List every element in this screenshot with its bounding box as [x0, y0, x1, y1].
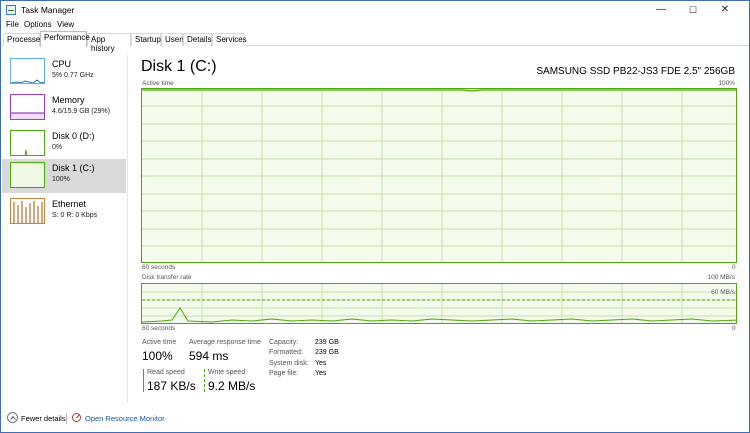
page-title: Disk 1 (C:) — [141, 58, 217, 75]
sidebar-item-ethernet[interactable]: Ethernet S: 0 R: 0 Kbps — [2, 195, 126, 231]
sidebar-item-cpu[interactable]: CPU 5% 0.77 GHz — [2, 55, 126, 91]
tab-processes[interactable]: Processes — [3, 33, 44, 46]
close-button[interactable]: ✕ — [709, 1, 741, 19]
menu-file[interactable]: File — [6, 20, 19, 29]
sidebar-disk0-label: Disk 0 (D:) — [52, 131, 95, 141]
memory-thumbnail-graph — [10, 94, 45, 120]
active-time-graph — [141, 88, 737, 263]
active-time-grid — [142, 89, 736, 262]
fewer-details-link[interactable]: Fewer details — [21, 414, 66, 423]
disk1-thumbnail-graph — [10, 162, 45, 188]
transfer-graph-max: 100 MB/s — [707, 274, 735, 281]
footer-bar: Fewer details Open Resource Monitor — [1, 410, 749, 432]
sidebar-memory-value: 4.6/15.9 GB (29%) — [52, 108, 110, 115]
system-disk-label: System disk: — [269, 360, 309, 367]
sidebar-disk0-value: 0% — [52, 144, 63, 151]
active-time-graph-min: 0 — [732, 264, 736, 271]
sidebar-ethernet-label: Ethernet — [52, 199, 87, 209]
tab-app-history[interactable]: App history — [87, 33, 131, 53]
panel-divider — [127, 55, 128, 403]
minimize-button[interactable]: — — [645, 1, 677, 19]
task-manager-window: Task Manager — ☐ ✕ File Options View Pro… — [0, 0, 750, 433]
active-time-label: Active time — [142, 339, 177, 346]
task-manager-icon — [6, 5, 16, 15]
title-bar: Task Manager — ☐ ✕ — [1, 1, 749, 19]
write-speed-label: Write speed — [208, 369, 246, 376]
resource-monitor-icon[interactable] — [72, 413, 81, 422]
sidebar-cpu-value: 5% 0.77 GHz — [52, 72, 94, 79]
disk0-thumbnail-graph — [10, 130, 45, 156]
chevron-up-icon[interactable] — [7, 412, 18, 423]
active-time-graph-max: 100% — [718, 80, 735, 87]
maximize-button[interactable]: ☐ — [677, 1, 709, 19]
system-disk-value: Yes — [315, 360, 327, 367]
resource-sidebar: CPU 5% 0.77 GHz Memory 4.6/15.9 GB (29%)… — [2, 53, 126, 403]
active-time-graph-duration: 60 seconds — [142, 264, 176, 271]
active-time-value: 100% — [142, 349, 173, 363]
capacity-label: Capacity: — [269, 339, 299, 346]
sidebar-item-disk1[interactable]: Disk 1 (C:) 100% — [2, 159, 126, 193]
tab-strip: Processes Performance App history Startu… — [1, 31, 749, 53]
read-speed-value: 187 KB/s — [147, 379, 196, 393]
write-speed-indicator — [204, 369, 205, 392]
transfer-graph-duration: 60 seconds — [142, 325, 176, 332]
transfer-graph-label: Disk transfer rate — [142, 274, 192, 281]
sidebar-item-disk0[interactable]: Disk 0 (D:) 0% — [2, 127, 126, 163]
sidebar-disk1-value: 100% — [52, 176, 70, 183]
capacity-value: 239 GB — [315, 339, 339, 346]
open-resource-monitor-link[interactable]: Open Resource Monitor — [85, 414, 165, 423]
transfer-graph-min: 0 — [732, 325, 736, 332]
sidebar-disk1-label: Disk 1 (C:) — [52, 163, 95, 173]
sidebar-ethernet-value: S: 0 R: 0 Kbps — [52, 212, 98, 219]
footer-separator — [66, 413, 67, 424]
transfer-graph-mid: 60 MB/s — [711, 289, 735, 296]
tab-users[interactable]: Users — [161, 33, 186, 46]
tab-startup[interactable]: Startup — [131, 33, 161, 46]
ethernet-thumbnail-graph — [10, 198, 45, 224]
transfer-rate-graph — [141, 283, 737, 324]
formatted-value: 239 GB — [315, 349, 339, 356]
menu-options[interactable]: Options — [24, 20, 52, 29]
tab-services[interactable]: Services — [212, 33, 247, 46]
tab-details[interactable]: Details — [183, 33, 212, 46]
write-speed-value: 9.2 MB/s — [208, 379, 256, 393]
read-speed-indicator — [143, 369, 144, 392]
sidebar-memory-label: Memory — [52, 95, 85, 105]
active-time-graph-label: Active time — [142, 80, 174, 87]
cpu-thumbnail-graph — [10, 58, 45, 84]
menu-bar: File Options View — [1, 19, 749, 32]
menu-view[interactable]: View — [57, 20, 74, 29]
sidebar-cpu-label: CPU — [52, 59, 72, 69]
transfer-rate-plot — [142, 284, 736, 323]
formatted-label: Formatted: — [269, 349, 303, 356]
tab-performance[interactable]: Performance — [40, 31, 90, 47]
sidebar-item-memory[interactable]: Memory 4.6/15.9 GB (29%) — [2, 91, 126, 127]
avg-response-value: 594 ms — [189, 349, 229, 363]
read-speed-label: Read speed — [147, 369, 185, 376]
avg-response-label: Average response time — [189, 339, 261, 346]
page-file-label: Page file: — [269, 370, 299, 377]
disk-model: SAMSUNG SSD PB22-JS3 FDE 2.5" 256GB — [536, 66, 735, 77]
window-title: Task Manager — [21, 5, 75, 15]
page-file-value: Yes — [315, 370, 327, 377]
